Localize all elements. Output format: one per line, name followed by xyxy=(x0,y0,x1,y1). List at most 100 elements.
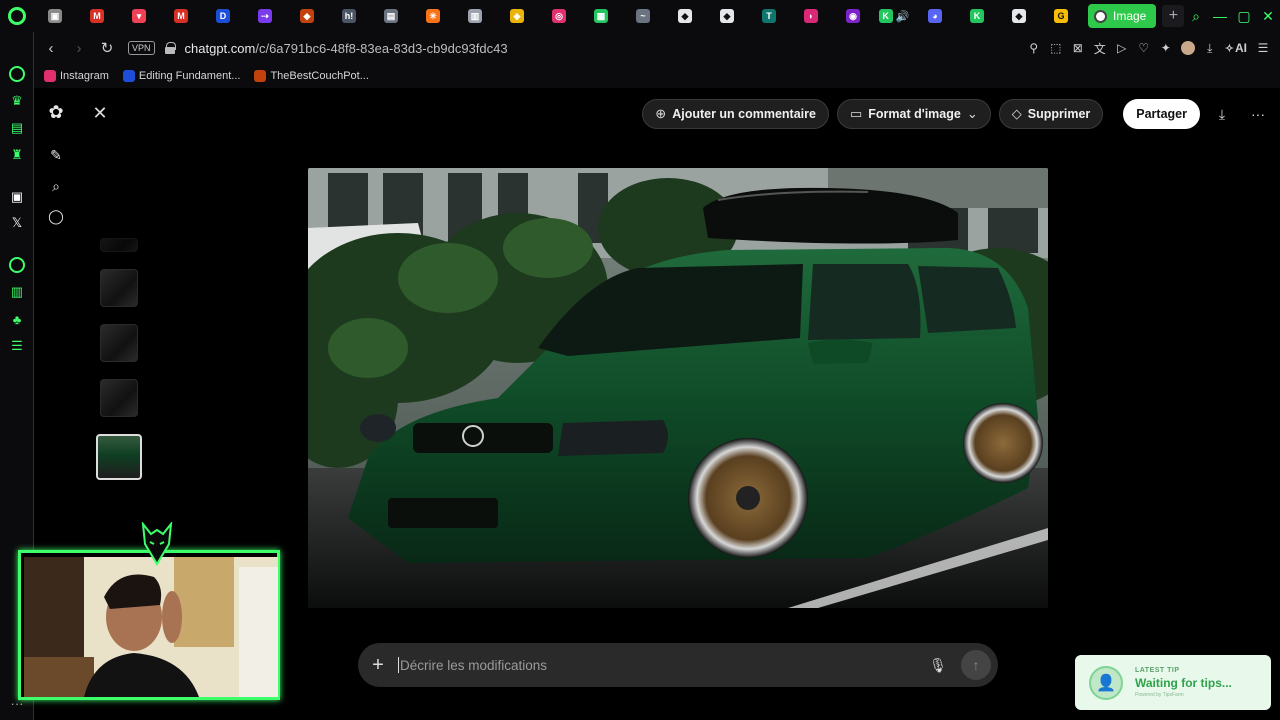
scroll-icon[interactable]: ☰ xyxy=(8,337,26,355)
bookmark-label: TheBestCouchPot... xyxy=(270,70,369,82)
history-thumbnail[interactable] xyxy=(100,238,138,252)
browser-tab[interactable]: ◆ xyxy=(998,0,1040,32)
t-icon: T xyxy=(762,9,776,23)
add-comment-button[interactable]: ⊕ Ajouter un commentaire xyxy=(642,99,829,129)
tree-icon[interactable]: ♣ xyxy=(8,310,26,328)
download-image-icon[interactable]: ⤓ xyxy=(1208,100,1236,128)
gmail-icon: M xyxy=(174,9,188,23)
maximize-icon[interactable]: ▢ xyxy=(1232,0,1256,32)
reload-icon[interactable]: ↻ xyxy=(96,37,118,59)
bookmark-favicon-icon xyxy=(44,70,56,82)
browser-tab[interactable]: ◆ xyxy=(706,0,748,32)
snapshot-icon[interactable]: ⬚ xyxy=(1049,41,1063,55)
speaker-icon[interactable]: 🔊 xyxy=(896,10,910,23)
audio-tab[interactable]: K 🔊 xyxy=(874,0,914,32)
browser-tab[interactable]: ✳ xyxy=(412,0,454,32)
gamepad-icon: ▣ xyxy=(48,9,62,23)
chat-icon[interactable]: ◯ xyxy=(46,206,66,226)
bookmark-item[interactable]: Editing Fundament... xyxy=(122,70,240,82)
generated-image[interactable] xyxy=(308,168,1048,608)
translate-icon[interactable]: 文 xyxy=(1093,41,1107,56)
send-button[interactable]: ↑ xyxy=(961,650,991,680)
browser-tab[interactable]: ▾ xyxy=(118,0,160,32)
profile-avatar[interactable] xyxy=(1180,41,1195,55)
bookmark-label: Instagram xyxy=(60,70,109,82)
browser-tab[interactable]: ◆ xyxy=(286,0,328,32)
delete-label: Supprimer xyxy=(1027,107,1091,121)
history-thumbnail[interactable] xyxy=(100,379,138,417)
browser-tab[interactable]: ~ xyxy=(622,0,664,32)
back-icon[interactable]: ‹ xyxy=(40,37,62,59)
news-icon[interactable]: ▤ xyxy=(8,119,26,137)
more-options-icon[interactable]: ··· xyxy=(1244,100,1272,128)
block-icon[interactable]: ⊠ xyxy=(1071,41,1085,55)
browser-tab[interactable]: ▥ xyxy=(454,0,496,32)
instagram-icon: ◎ xyxy=(552,9,566,23)
tab-list-more: ◕ K ◆ G xyxy=(914,0,1082,32)
tip-widget: 👤 LATEST TIP Waiting for tips... Powered… xyxy=(1075,655,1271,710)
browser-tab[interactable]: D xyxy=(202,0,244,32)
gx-corner-icon[interactable] xyxy=(8,65,26,83)
attach-plus-icon[interactable]: + xyxy=(358,654,398,677)
opera-logo-icon[interactable] xyxy=(0,0,34,32)
history-thumbnail[interactable] xyxy=(100,324,138,362)
browser-tab[interactable]: ◆ xyxy=(664,0,706,32)
twitch-icon[interactable]: ▣ xyxy=(8,188,26,206)
download-icon[interactable]: ⤓ xyxy=(1203,41,1217,55)
browser-tab[interactable]: G xyxy=(1040,0,1082,32)
share-button[interactable]: Partager xyxy=(1123,99,1200,129)
browser-tab[interactable]: T xyxy=(748,0,790,32)
text-caret xyxy=(398,657,399,673)
x-icon[interactable]: 𝕏 xyxy=(8,214,26,232)
browser-tab[interactable]: ▦ xyxy=(580,0,622,32)
browser-tab[interactable]: M xyxy=(160,0,202,32)
tilde-icon: ~ xyxy=(636,9,650,23)
search-icon[interactable]: ⌕ xyxy=(46,176,66,196)
menu-icon[interactable]: ☰ xyxy=(1256,41,1270,55)
url-path: /c/6a791bc6-48f8-83ea-83d3-cb9dc93fdc43 xyxy=(255,40,508,56)
image-format-button[interactable]: ▭ Format d'image ⌄ xyxy=(836,99,991,129)
arrow-icon: ⇢ xyxy=(258,9,272,23)
bookmark-item[interactable]: Instagram xyxy=(44,70,109,82)
gx-store-icon[interactable]: ♜ xyxy=(8,146,26,164)
new-tab-button[interactable]: + xyxy=(1162,5,1185,27)
close-window-icon[interactable]: ✕ xyxy=(1256,0,1280,32)
browser-tab[interactable]: ◎ xyxy=(538,0,580,32)
extensions-icon[interactable]: ✦ xyxy=(1159,41,1173,55)
close-editor-button[interactable]: ✕ xyxy=(90,103,110,123)
bookmark-item[interactable]: TheBestCouchPot... xyxy=(254,70,369,82)
player-icon[interactable] xyxy=(8,256,26,274)
play-icon[interactable]: ▷ xyxy=(1115,41,1129,55)
forward-icon[interactable]: › xyxy=(68,37,90,59)
tab-image[interactable]: Image xyxy=(1088,4,1157,28)
map-icon[interactable]: ▥ xyxy=(8,283,26,301)
new-chat-icon[interactable]: ✎ xyxy=(46,145,66,165)
browser-tab[interactable]: ◈ xyxy=(496,0,538,32)
history-thumbnail[interactable] xyxy=(100,269,138,307)
browser-tab[interactable]: ▣ xyxy=(34,0,76,32)
search-tabs-icon[interactable]: ⌕ xyxy=(1184,0,1208,32)
pin-icon[interactable]: ⚲ xyxy=(1027,41,1041,55)
edit-prompt-input[interactable]: Décrire les modifications xyxy=(400,658,923,673)
browser-tab[interactable]: ◕ xyxy=(914,0,956,32)
minimize-icon[interactable]: — xyxy=(1208,0,1232,32)
microphone-icon[interactable]: 🎙 xyxy=(923,657,953,674)
gx-bot-icon[interactable]: ♛ xyxy=(8,92,26,110)
browser-tab[interactable]: ▤ xyxy=(370,0,412,32)
browser-tab[interactable]: ◗ xyxy=(790,0,832,32)
browser-tab[interactable]: ⇢ xyxy=(244,0,286,32)
url-field[interactable]: chatgpt.com/c/6a791bc6-48f8-83ea-83d3-cb… xyxy=(185,41,508,56)
heart-icon[interactable]: ♡ xyxy=(1137,41,1151,55)
aria-ai-button[interactable]: ✧ AI xyxy=(1225,41,1248,55)
history-thumbnail-selected[interactable] xyxy=(96,434,142,480)
vpn-badge[interactable]: VPN xyxy=(128,41,155,55)
bookmark-favicon-icon xyxy=(122,70,135,82)
lock-icon[interactable] xyxy=(164,42,176,54)
browser-tab[interactable]: ◉ xyxy=(832,0,874,32)
browser-tab[interactable]: h! xyxy=(328,0,370,32)
pocket-icon: ▾ xyxy=(132,9,146,23)
delete-button[interactable]: ◇ Supprimer xyxy=(998,99,1104,129)
chatgpt-logo-icon[interactable]: ✿ xyxy=(46,102,66,122)
browser-tab[interactable]: M xyxy=(76,0,118,32)
browser-tab[interactable]: K xyxy=(956,0,998,32)
